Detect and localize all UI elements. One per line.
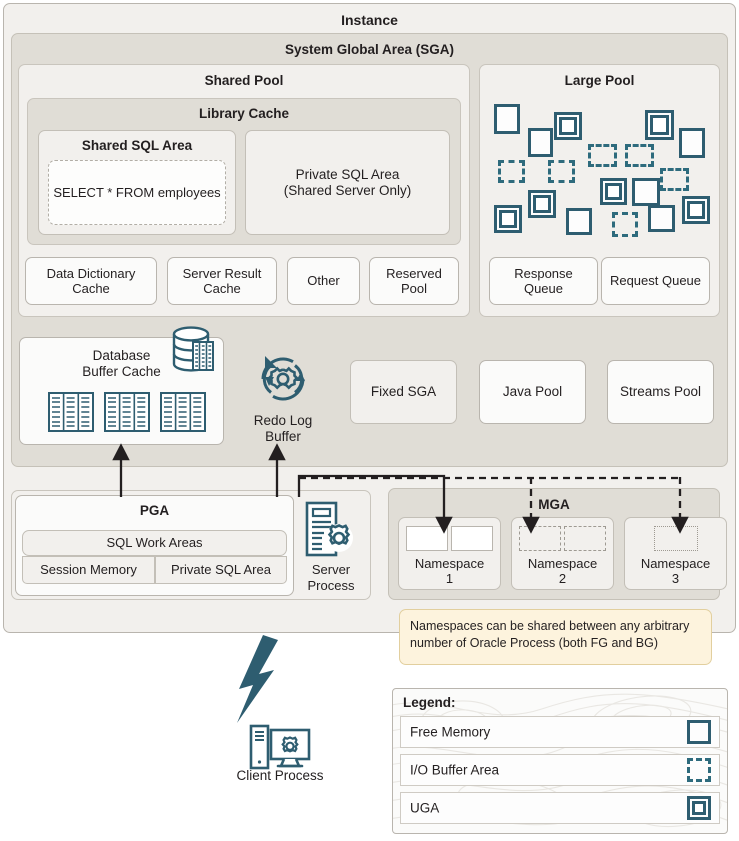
free-memory-icon bbox=[632, 178, 660, 206]
legend-item: Free Memory bbox=[400, 716, 720, 748]
response-queue-label: Response Queue bbox=[514, 265, 573, 296]
streams-pool-card: Streams Pool bbox=[607, 360, 714, 424]
data-dictionary-cache-card: Data Dictionary Cache bbox=[25, 257, 157, 305]
server-process-icon bbox=[305, 501, 353, 557]
java-pool-label: Java Pool bbox=[502, 384, 563, 400]
namespace-label: Namespace 2 bbox=[527, 556, 598, 587]
oracle-memory-architecture-diagram: Instance System Global Area (SGA) Shared… bbox=[0, 0, 739, 841]
namespace-memory-block bbox=[653, 526, 698, 551]
legend-item-label: Free Memory bbox=[410, 724, 491, 740]
uga-icon bbox=[528, 190, 556, 218]
fixed-sga-label: Fixed SGA bbox=[370, 384, 437, 400]
server-result-cache-card: Server Result Cache bbox=[167, 257, 277, 305]
namespace-card: Namespace 3 bbox=[624, 517, 727, 590]
other-label: Other bbox=[307, 273, 340, 289]
io-buffer-area-icon bbox=[612, 212, 638, 237]
free-memory-icon bbox=[687, 720, 711, 744]
library-cache-title: Library Cache bbox=[198, 106, 290, 121]
sql-statement-card: SELECT * FROM employees bbox=[48, 160, 226, 225]
fixed-sga-card: Fixed SGA bbox=[350, 360, 457, 424]
free-memory-icon bbox=[679, 128, 705, 158]
uga-icon bbox=[554, 112, 582, 140]
streams-pool-label: Streams Pool bbox=[619, 384, 702, 400]
io-buffer-area-icon bbox=[687, 758, 711, 782]
sql-work-areas-card: SQL Work Areas bbox=[22, 530, 287, 556]
redo-log-buffer-label: Redo Log Buffer bbox=[253, 413, 313, 445]
private-sql-area-pga-card: Private SQL Area bbox=[155, 556, 287, 584]
namespace-label: Namespace 1 bbox=[414, 556, 485, 587]
large-pool-title: Large Pool bbox=[564, 73, 635, 88]
session-memory-card: Session Memory bbox=[22, 556, 155, 584]
request-queue-card: Request Queue bbox=[601, 257, 710, 305]
io-buffer-area-icon bbox=[588, 144, 617, 167]
io-buffer-area-icon bbox=[548, 160, 575, 183]
data-blocks-icon bbox=[48, 392, 206, 432]
io-buffer-area-icon bbox=[498, 160, 525, 183]
redo-log-buffer-icon bbox=[261, 356, 305, 401]
namespace-note: Namespaces can be shared between any arb… bbox=[399, 609, 712, 665]
namespace-label: Namespace 3 bbox=[640, 556, 711, 587]
pga-title: PGA bbox=[139, 503, 170, 518]
java-pool-card: Java Pool bbox=[479, 360, 586, 424]
private-sql-area-pga-label: Private SQL Area bbox=[171, 562, 271, 578]
namespace-memory-block bbox=[519, 526, 561, 551]
lightning-bolt-icon bbox=[237, 635, 278, 723]
namespace-card: Namespace 2 bbox=[511, 517, 614, 590]
sql-statement-text: SELECT * FROM employees bbox=[53, 184, 221, 200]
server-result-cache-label: Server Result Cache bbox=[182, 265, 262, 296]
legend-item: I/O Buffer Area bbox=[400, 754, 720, 786]
session-memory-label: Session Memory bbox=[40, 562, 137, 578]
uga-icon bbox=[687, 796, 711, 820]
private-sql-area-card: Private SQL Area (Shared Server Only) bbox=[245, 130, 450, 235]
free-memory-icon bbox=[648, 205, 675, 232]
namespace-memory-block bbox=[564, 526, 606, 551]
legend-title: Legend: bbox=[403, 695, 456, 710]
other-card: Other bbox=[287, 257, 360, 305]
free-memory-icon bbox=[566, 208, 592, 235]
shared-pool-title: Shared Pool bbox=[204, 73, 284, 88]
sql-work-areas-label: SQL Work Areas bbox=[106, 535, 203, 551]
instance-title: Instance bbox=[341, 12, 398, 28]
free-memory-icon bbox=[528, 128, 553, 157]
uga-icon bbox=[494, 205, 522, 233]
free-memory-icon bbox=[494, 104, 520, 134]
mga-title: MGA bbox=[538, 497, 570, 512]
legend-item: UGA bbox=[400, 792, 720, 824]
private-sql-area-label: Private SQL Area (Shared Server Only) bbox=[283, 166, 412, 198]
legend-panel: Legend: Free Memory I/O Buffer Area UGA bbox=[392, 688, 728, 834]
reserved-pool-card: Reserved Pool bbox=[369, 257, 459, 305]
io-buffer-area-icon bbox=[660, 168, 689, 191]
request-queue-label: Request Queue bbox=[609, 273, 702, 289]
reserved-pool-label: Reserved Pool bbox=[386, 265, 442, 296]
legend-item-label: UGA bbox=[410, 800, 440, 816]
client-process-label: Client Process bbox=[236, 768, 324, 783]
namespace-card: Namespace 1 bbox=[398, 517, 501, 590]
client-process-icon bbox=[249, 724, 311, 770]
namespace-note-text: Namespaces can be shared between any arb… bbox=[410, 619, 690, 650]
database-cylinder-icon bbox=[172, 326, 214, 372]
uga-icon bbox=[645, 110, 674, 140]
server-process-label: Server Process bbox=[307, 562, 355, 593]
data-dictionary-cache-label: Data Dictionary Cache bbox=[46, 265, 136, 296]
sga-title: System Global Area (SGA) bbox=[284, 42, 455, 57]
uga-icon bbox=[600, 178, 627, 205]
response-queue-card: Response Queue bbox=[489, 257, 598, 305]
uga-icon bbox=[682, 196, 710, 224]
namespace-memory-block bbox=[406, 526, 448, 551]
namespace-memory-block bbox=[451, 526, 493, 551]
shared-sql-area-title: Shared SQL Area bbox=[81, 138, 193, 153]
io-buffer-area-icon bbox=[625, 144, 654, 167]
legend-item-label: I/O Buffer Area bbox=[410, 762, 500, 778]
